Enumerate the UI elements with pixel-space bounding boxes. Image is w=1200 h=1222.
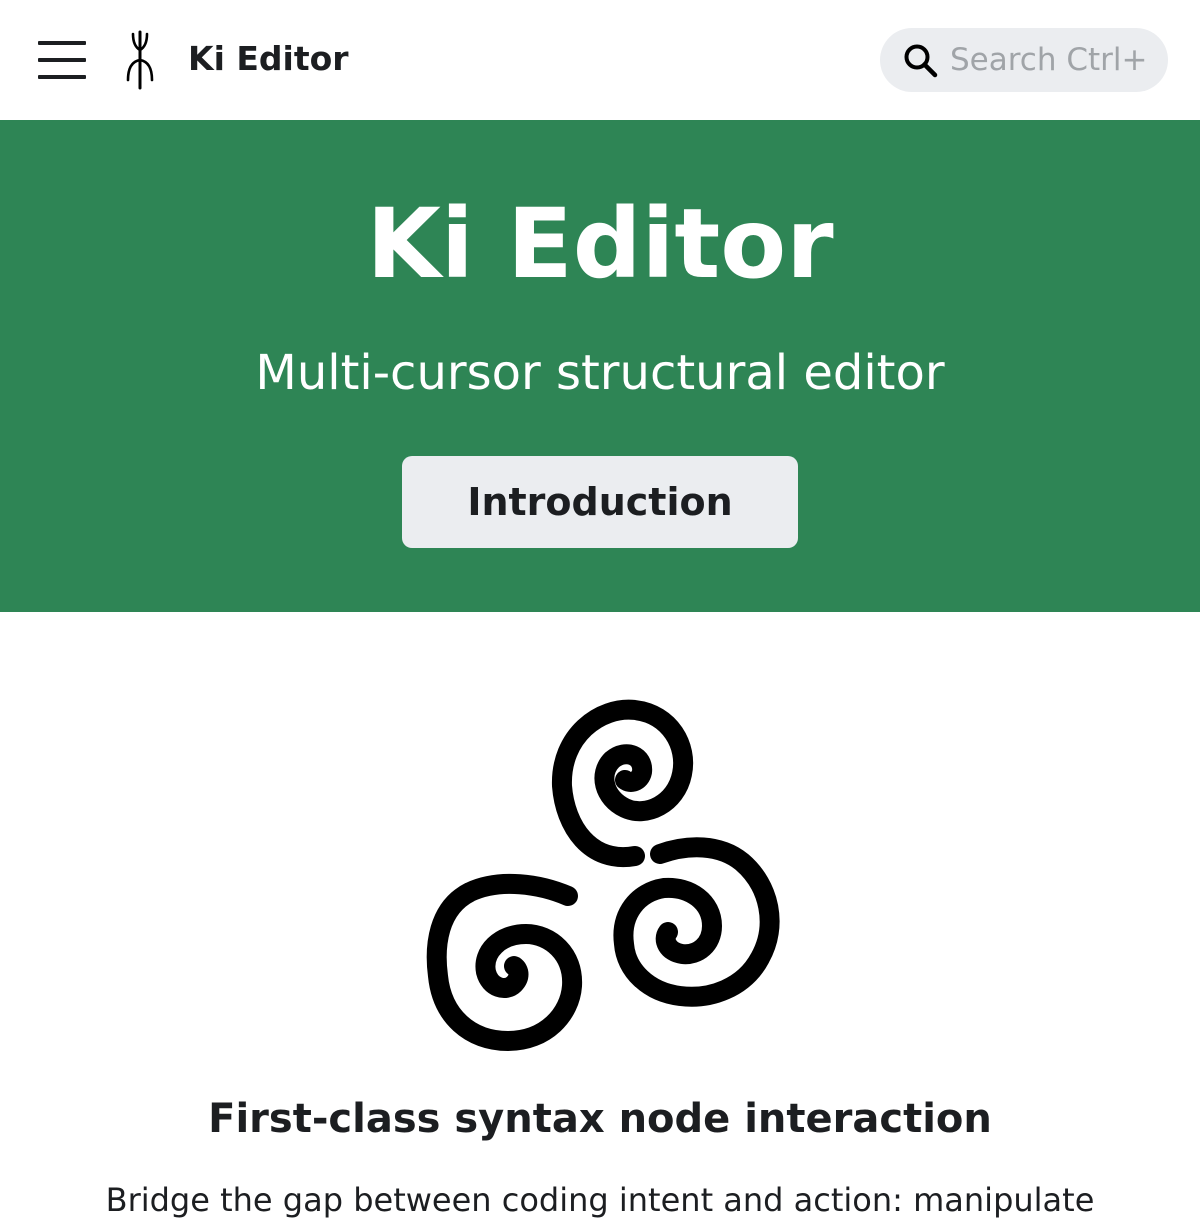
top-navbar: Ki Editor <box>0 0 1200 120</box>
hero-banner: Ki Editor Multi-cursor structural editor… <box>0 120 1200 612</box>
hamburger-line <box>38 58 86 62</box>
brand-title[interactable]: Ki Editor <box>188 38 349 80</box>
hero-title: Ki Editor <box>366 188 834 300</box>
feature-title: First-class syntax node interaction <box>208 1096 992 1142</box>
search-box[interactable] <box>880 28 1168 92</box>
hamburger-menu-icon[interactable] <box>38 41 86 79</box>
introduction-button[interactable]: Introduction <box>402 456 798 548</box>
triple-spiral-icon <box>426 699 780 1051</box>
hero-subtitle: Multi-cursor structural editor <box>255 345 945 401</box>
hamburger-line <box>38 75 86 79</box>
hamburger-line <box>38 41 86 45</box>
feature-description: Bridge the gap between coding intent and… <box>105 1181 1095 1219</box>
ki-logo-icon[interactable] <box>120 30 160 90</box>
search-input[interactable] <box>950 28 1150 92</box>
search-icon <box>904 44 938 78</box>
